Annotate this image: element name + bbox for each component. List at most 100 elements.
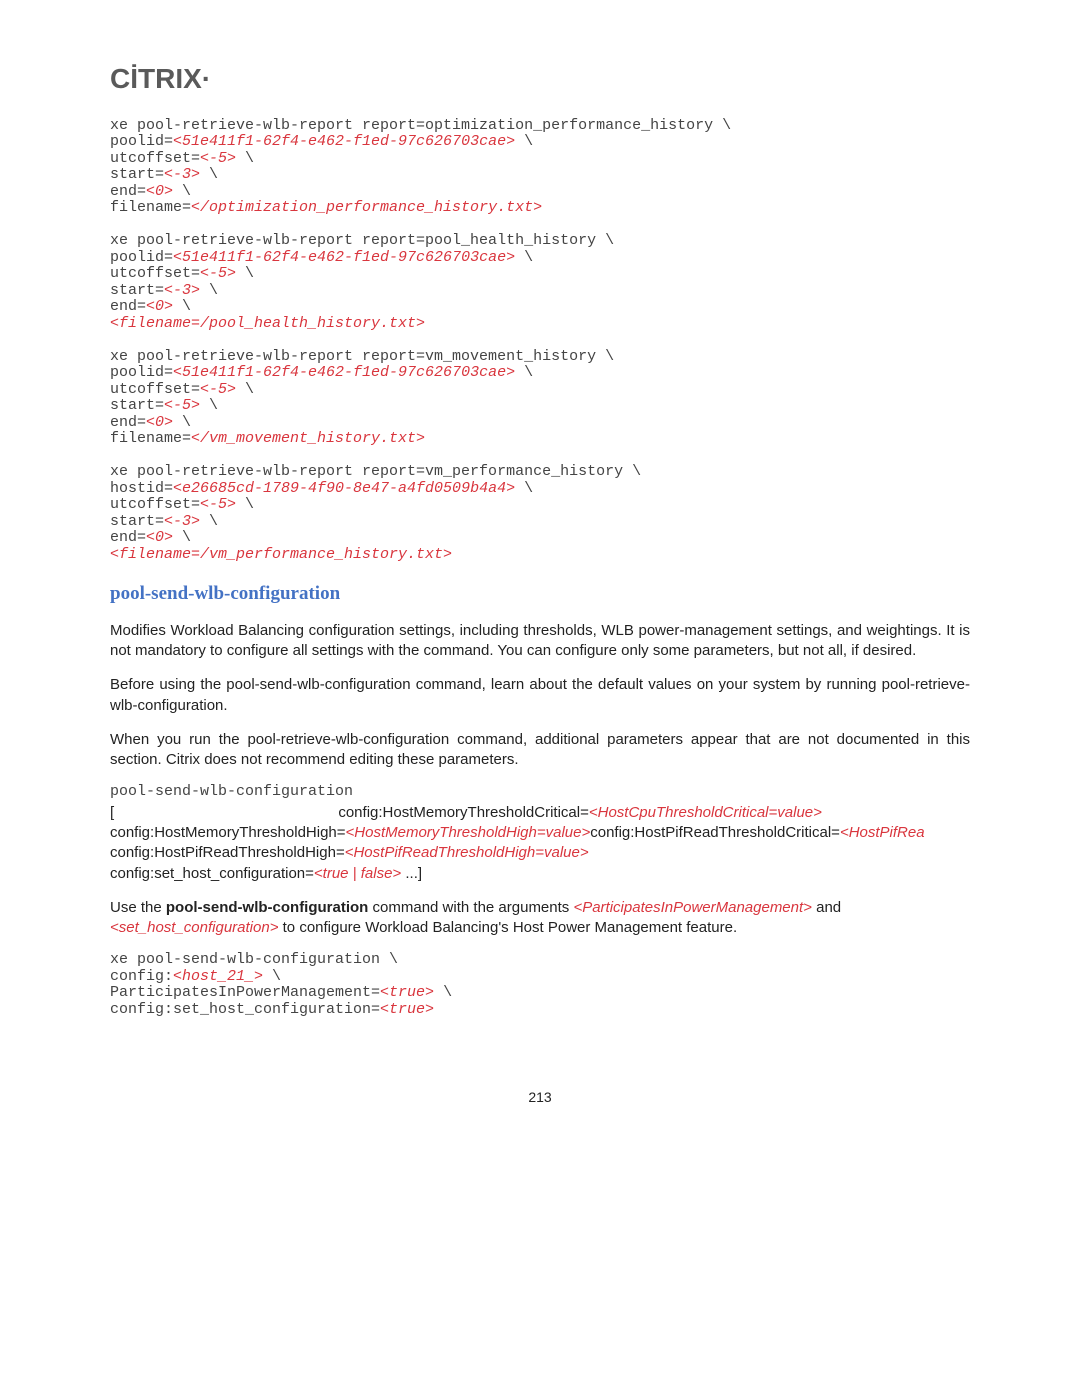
code-param: <set_host_configuration> bbox=[110, 919, 278, 936]
code-param: <ParticipatesInPowerManagement> bbox=[573, 899, 811, 916]
paragraph-1: Modifies Workload Balancing configuratio… bbox=[110, 621, 970, 662]
code-line: start= bbox=[110, 513, 164, 530]
code-param: <51e411f1-62f4-e462-f1ed-97c626703cae> bbox=[173, 364, 515, 381]
code-line: start= bbox=[110, 397, 164, 414]
code-line: poolid= bbox=[110, 133, 173, 150]
code-param: <true | false> bbox=[314, 865, 401, 882]
code-param: <-5> bbox=[200, 496, 236, 513]
citrix-logo: CİTRIX· bbox=[110, 60, 970, 98]
code-param: <0> bbox=[146, 298, 173, 315]
code-line: end= bbox=[110, 183, 146, 200]
text: Use the bbox=[110, 899, 166, 916]
code-param: <filename=/vm_performance_history.txt> bbox=[110, 546, 452, 563]
logo-text: CİTRIX bbox=[110, 63, 202, 94]
code-line: filename= bbox=[110, 430, 191, 447]
code-line: filename= bbox=[110, 199, 191, 216]
code-line: \ bbox=[515, 480, 533, 497]
code-param: <-5> bbox=[164, 397, 200, 414]
code-param: </optimization_performance_history.txt> bbox=[191, 199, 542, 216]
code-line: \ bbox=[236, 265, 254, 282]
code-line: \ bbox=[236, 381, 254, 398]
code-param: <e26685cd-1789-4f90-8e47-a4fd0509b4a4> bbox=[173, 480, 515, 497]
code-line: pool-send-wlb-configuration bbox=[110, 783, 353, 800]
text: [ bbox=[110, 804, 118, 821]
code-param: <-3> bbox=[164, 282, 200, 299]
code-param: <0> bbox=[146, 414, 173, 431]
code-param: <host_21_> bbox=[173, 968, 263, 985]
text: and bbox=[812, 899, 841, 916]
code-line: xe pool-retrieve-wlb-report report=optim… bbox=[110, 117, 731, 134]
text: to configure Workload Balancing's Host P… bbox=[278, 919, 737, 936]
code-line: config: bbox=[110, 968, 173, 985]
code-param: <-3> bbox=[164, 166, 200, 183]
code-line: \ bbox=[173, 414, 191, 431]
blank-line bbox=[110, 331, 119, 348]
code-line: end= bbox=[110, 414, 146, 431]
code-param: </vm_movement_history.txt> bbox=[191, 430, 425, 447]
code-line: utcoffset= bbox=[110, 381, 200, 398]
code-line: \ bbox=[236, 496, 254, 513]
code-param: <51e411f1-62f4-e462-f1ed-97c626703cae> bbox=[173, 133, 515, 150]
code-line: xe pool-retrieve-wlb-report report=vm_pe… bbox=[110, 463, 641, 480]
code-line: \ bbox=[200, 166, 218, 183]
code-param: <HostCpuThresholdCritical=value> bbox=[589, 804, 822, 821]
code-param: <-5> bbox=[200, 150, 236, 167]
code-line: \ bbox=[434, 984, 452, 1001]
code-line: \ bbox=[236, 150, 254, 167]
code-line: \ bbox=[263, 968, 281, 985]
code-param: <true> bbox=[380, 984, 434, 1001]
code-line: end= bbox=[110, 529, 146, 546]
code-line: \ bbox=[173, 529, 191, 546]
code-line: ParticipatesInPowerManagement= bbox=[110, 984, 380, 1001]
code-param: <-3> bbox=[164, 513, 200, 530]
text: command with the arguments bbox=[368, 899, 573, 916]
section-heading: pool-send-wlb-configuration bbox=[110, 581, 970, 607]
text: config:HostPifReadThresholdCritical= bbox=[590, 824, 840, 841]
code-param: <0> bbox=[146, 529, 173, 546]
code-line: utcoffset= bbox=[110, 150, 200, 167]
paragraph-2: Before using the pool-send-wlb-configura… bbox=[110, 675, 970, 716]
blank-line bbox=[110, 216, 119, 233]
paragraph-4: Use the pool-send-wlb-configuration comm… bbox=[110, 898, 970, 939]
code-param: <filename=/pool_health_history.txt> bbox=[110, 315, 425, 332]
blank-line bbox=[110, 447, 119, 464]
code-line: start= bbox=[110, 282, 164, 299]
code-line: xe pool-send-wlb-configuration \ bbox=[110, 951, 398, 968]
code-line: utcoffset= bbox=[110, 496, 200, 513]
text: config:HostMemoryThresholdHigh= bbox=[110, 824, 346, 841]
code-param: <HostMemoryThresholdHigh=value> bbox=[346, 824, 591, 841]
code-line: \ bbox=[200, 282, 218, 299]
code-param: <HostPifReadThresholdHigh=value> bbox=[345, 844, 589, 861]
code-line: \ bbox=[173, 298, 191, 315]
code-param: <-5> bbox=[200, 265, 236, 282]
code-param: <HostPifRea bbox=[840, 824, 925, 841]
bold-term: pool-send-wlb-configuration bbox=[166, 899, 368, 916]
code-line: xe pool-retrieve-wlb-report report=pool_… bbox=[110, 232, 614, 249]
text: ...] bbox=[401, 865, 422, 882]
text: config:HostMemoryThresholdCritical= bbox=[338, 804, 589, 821]
config-paragraph: [ config:HostMemoryThresholdCritical=<Ho… bbox=[110, 803, 970, 884]
code-block-2: pool-send-wlb-configuration bbox=[110, 784, 970, 801]
code-line: \ bbox=[173, 183, 191, 200]
page-number: 213 bbox=[110, 1088, 970, 1107]
code-param: <true> bbox=[380, 1001, 434, 1018]
code-line: end= bbox=[110, 298, 146, 315]
code-param: <51e411f1-62f4-e462-f1ed-97c626703cae> bbox=[173, 249, 515, 266]
code-line: \ bbox=[200, 397, 218, 414]
code-block-3: xe pool-send-wlb-configuration \ config:… bbox=[110, 952, 970, 1018]
code-line: config:set_host_configuration= bbox=[110, 1001, 380, 1018]
paragraph-3: When you run the pool-retrieve-wlb-confi… bbox=[110, 730, 970, 771]
code-line: xe pool-retrieve-wlb-report report=vm_mo… bbox=[110, 348, 614, 365]
code-param: <0> bbox=[146, 183, 173, 200]
code-line: start= bbox=[110, 166, 164, 183]
code-line: \ bbox=[515, 364, 533, 381]
code-line: \ bbox=[515, 133, 533, 150]
code-line: \ bbox=[200, 513, 218, 530]
code-line: hostid= bbox=[110, 480, 173, 497]
code-block-1: xe pool-retrieve-wlb-report report=optim… bbox=[110, 118, 970, 564]
code-line: utcoffset= bbox=[110, 265, 200, 282]
logo-dot: · bbox=[202, 63, 211, 94]
code-line: \ bbox=[515, 249, 533, 266]
code-line: poolid= bbox=[110, 364, 173, 381]
text: config:set_host_configuration= bbox=[110, 865, 314, 882]
